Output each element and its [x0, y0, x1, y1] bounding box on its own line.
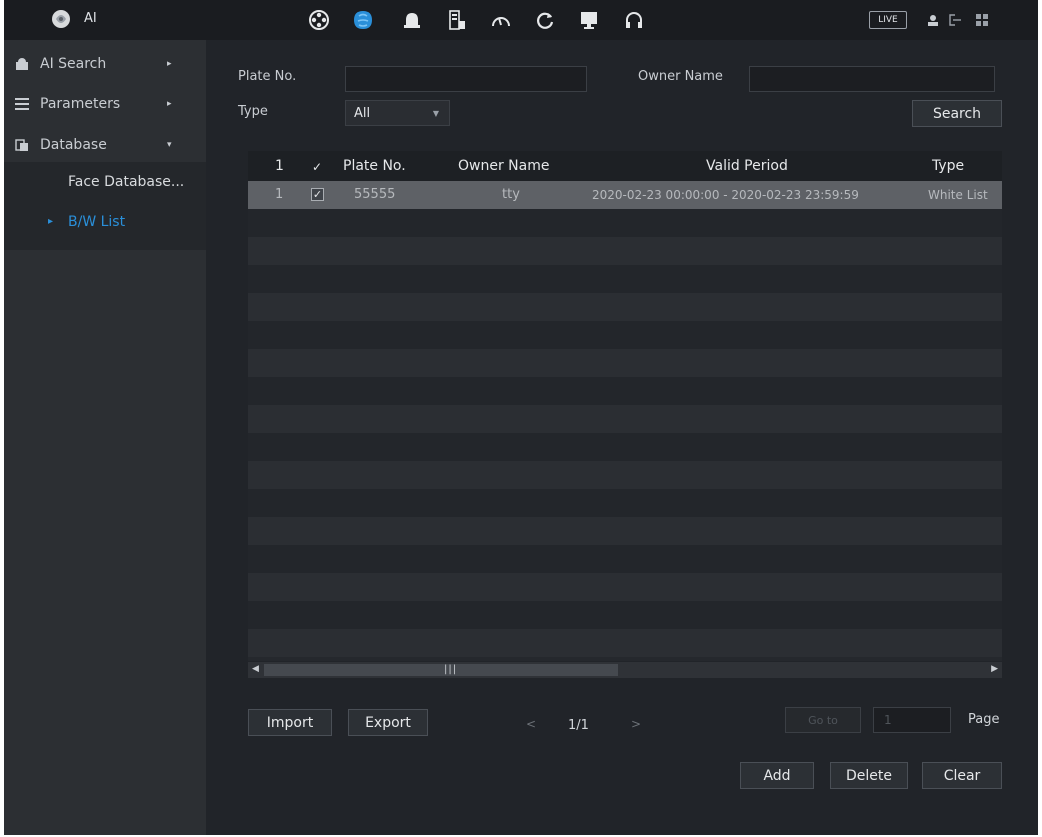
- sidebar-item-database[interactable]: Database: [14, 133, 107, 157]
- export-button[interactable]: Export: [348, 709, 428, 736]
- speed-gauge-icon[interactable]: [488, 7, 514, 33]
- empty-row: [248, 237, 1002, 265]
- database-icon: [14, 137, 30, 153]
- empty-row: [248, 293, 1002, 321]
- playback-reel-icon[interactable]: [306, 7, 332, 33]
- empty-row: [248, 517, 1002, 545]
- row-checkbox[interactable]: ✓: [311, 188, 324, 201]
- type-select-value: All: [354, 105, 371, 121]
- row-owner-name: tty: [502, 187, 520, 202]
- sidebar-item-ai-search[interactable]: AI Search: [14, 52, 106, 76]
- page-number-input[interactable]: 1: [873, 707, 951, 733]
- row-type: White List: [928, 188, 988, 202]
- scrollbar-thumb[interactable]: [264, 664, 618, 676]
- header-valid-period: Valid Period: [706, 158, 788, 174]
- row-valid-period: 2020-02-23 00:00:00 - 2020-02-23 23:59:5…: [592, 188, 859, 202]
- add-button[interactable]: Add: [740, 762, 814, 789]
- table-header: 1 ✓ Plate No. Owner Name Valid Period Ty…: [248, 151, 1002, 181]
- owner-name-input[interactable]: [749, 66, 995, 92]
- display-monitor-icon[interactable]: [576, 7, 602, 33]
- scrollbar-grip-icon: |||: [444, 664, 458, 675]
- ai-brain-icon[interactable]: [350, 7, 376, 33]
- empty-row: [248, 573, 1002, 601]
- ai-search-icon: [14, 56, 30, 72]
- delete-button[interactable]: Delete: [830, 762, 908, 789]
- header-plate-no: Plate No.: [343, 158, 406, 174]
- user-icon[interactable]: [925, 12, 941, 28]
- grid-menu-icon[interactable]: [974, 12, 990, 28]
- main-panel: Plate No. Owner Name Type All ▼ Search 1…: [206, 40, 1038, 835]
- owner-name-label: Owner Name: [638, 69, 723, 84]
- chevron-down-icon: ▾: [167, 140, 172, 150]
- chevron-right-icon: ▸: [167, 99, 172, 109]
- empty-row: [248, 265, 1002, 293]
- live-view-button[interactable]: LIVE: [869, 11, 907, 29]
- refresh-sync-icon[interactable]: [532, 7, 558, 33]
- app-title: AI: [84, 11, 97, 26]
- chevron-right-icon: ▸: [167, 59, 172, 69]
- type-select[interactable]: All ▼: [345, 100, 450, 126]
- header-owner-name: Owner Name: [458, 158, 550, 174]
- scroll-right-icon[interactable]: ▶: [991, 664, 998, 674]
- row-plate-no: 55555: [354, 187, 396, 202]
- logout-icon[interactable]: [948, 12, 964, 28]
- empty-row: [248, 349, 1002, 377]
- row-index: 1: [275, 187, 284, 202]
- storage-drive-icon[interactable]: [444, 7, 470, 33]
- sidebar: AI Search ▸ Parameters ▸ Database ▾ Face…: [4, 40, 206, 835]
- import-button[interactable]: Import: [248, 709, 332, 736]
- bw-list-table: 1 ✓ Plate No. Owner Name Valid Period Ty…: [248, 151, 1002, 661]
- empty-row: [248, 433, 1002, 461]
- chevron-down-icon: ▼: [432, 109, 439, 118]
- empty-row: [248, 489, 1002, 517]
- ai-brain-icon: [50, 8, 72, 30]
- empty-row: [248, 405, 1002, 433]
- headset-support-icon[interactable]: [621, 7, 647, 33]
- plate-no-input[interactable]: [345, 66, 587, 92]
- alarm-bell-icon[interactable]: [399, 7, 425, 33]
- sidebar-item-parameters[interactable]: Parameters: [14, 92, 120, 116]
- empty-row: [248, 461, 1002, 489]
- page-indicator: 1/1: [568, 718, 589, 733]
- empty-row: [248, 601, 1002, 629]
- search-button[interactable]: Search: [912, 100, 1002, 127]
- empty-row: [248, 377, 1002, 405]
- empty-row: [248, 629, 1002, 657]
- clear-button[interactable]: Clear: [922, 762, 1002, 789]
- list-icon: [14, 96, 30, 112]
- previous-page-icon[interactable]: <: [526, 717, 536, 731]
- active-marker-icon: ▸: [48, 216, 54, 227]
- select-all-checkbox[interactable]: ✓: [312, 160, 322, 174]
- horizontal-scrollbar[interactable]: ◀ ||| ▶: [248, 662, 1002, 678]
- page-label: Page: [968, 712, 1000, 727]
- sidebar-item-label: Database: [40, 137, 107, 153]
- sidebar-item-label: AI Search: [40, 56, 107, 72]
- scroll-left-icon[interactable]: ◀: [252, 664, 259, 674]
- header-index: 1: [275, 158, 284, 174]
- header-type: Type: [932, 158, 965, 174]
- table-row[interactable]: 1 ✓ 55555 tty 2020-02-23 00:00:00 - 2020…: [248, 181, 1002, 209]
- next-page-icon[interactable]: >: [631, 717, 641, 731]
- empty-row: [248, 545, 1002, 573]
- top-bar: AI LIVE: [4, 0, 1038, 40]
- empty-row: [248, 209, 1002, 237]
- empty-row: [248, 321, 1002, 349]
- sidebar-item-label: Parameters: [40, 96, 121, 112]
- sidebar-item-face-database[interactable]: Face Database...: [68, 174, 184, 190]
- type-label: Type: [238, 104, 268, 119]
- plate-no-label: Plate No.: [238, 69, 297, 84]
- sidebar-item-bw-list[interactable]: B/W List: [68, 214, 125, 230]
- goto-button[interactable]: Go to: [785, 707, 861, 733]
